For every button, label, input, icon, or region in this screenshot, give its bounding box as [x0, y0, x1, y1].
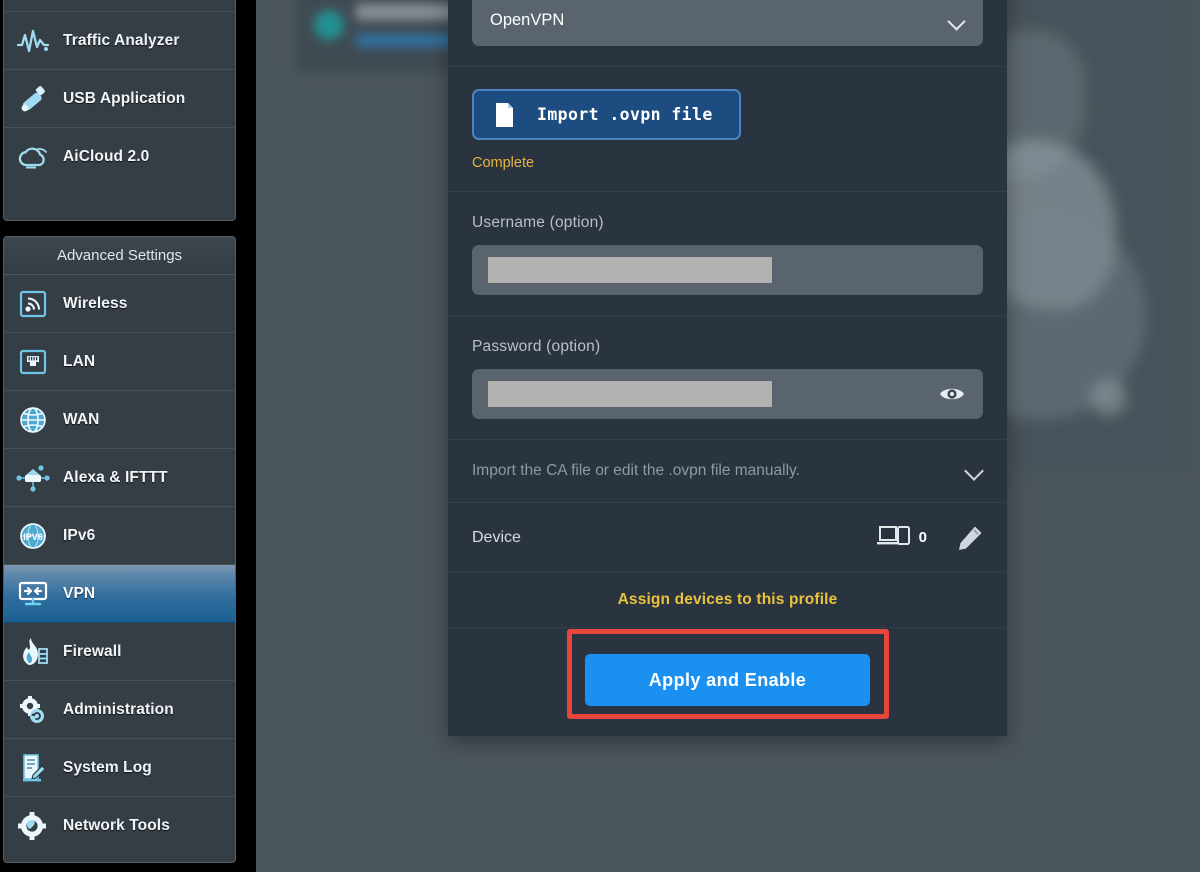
screenshot-root: Adaptive QoS Traffic Analyzer: [0, 0, 1200, 872]
sidebar-group-header: Advanced Settings: [4, 237, 235, 275]
import-status: Complete: [472, 155, 535, 171]
svg-text:IPV6: IPV6: [23, 532, 43, 542]
globe-icon: [13, 401, 53, 439]
password-input[interactable]: [472, 369, 983, 419]
wifi-icon: [13, 285, 53, 323]
sidebar-item-label: LAN: [63, 352, 96, 370]
assign-devices-label: Assign devices to this profile: [617, 591, 838, 608]
gear-wrench-icon: [13, 807, 53, 845]
gear-refresh-icon: [13, 691, 53, 729]
ipv6-globe-icon: IPV6: [13, 517, 53, 555]
sidebar-item-administration[interactable]: Administration: [4, 681, 235, 739]
eye-icon[interactable]: [939, 383, 965, 405]
import-ovpn-label: Import .ovpn file: [537, 105, 713, 124]
speedometer-icon: [13, 0, 53, 2]
device-label: Device: [472, 528, 521, 546]
chevron-down-icon: [965, 464, 983, 478]
vpn-type-select[interactable]: OpenVPN: [472, 0, 983, 46]
sidebar-item-label: Administration: [63, 700, 174, 718]
sidebar-item-alexa-ifttt[interactable]: Alexa & IFTTT: [4, 449, 235, 507]
sidebar-item-label: WAN: [63, 410, 100, 428]
sidebar-item-label: Wireless: [63, 294, 128, 312]
flame-icon: [13, 633, 53, 671]
sidebar-item-adaptive-qos[interactable]: Adaptive QoS: [4, 0, 235, 12]
password-redaction-bar: [488, 381, 772, 407]
sidebar-item-firewall[interactable]: Firewall: [4, 623, 235, 681]
sidebar-item-label: IPv6: [63, 526, 96, 544]
apply-row: Apply and Enable: [448, 628, 1007, 736]
waveform-icon: [13, 22, 53, 60]
vpn-profile-dialog: VPN type OpenVPN Import .ovpn file Compl…: [448, 0, 1007, 736]
vpn-type-section: VPN type OpenVPN: [448, 0, 1007, 67]
device-row: Device 0: [448, 503, 1007, 573]
sidebar-item-system-log[interactable]: System Log: [4, 739, 235, 797]
sidebar-item-label: Firewall: [63, 642, 122, 660]
sidebar-item-label: System Log: [63, 758, 152, 776]
sidebar-item-label: VPN: [63, 584, 96, 602]
sidebar-item-label: Alexa & IFTTT: [63, 468, 168, 486]
smart-home-icon: [13, 459, 53, 497]
sidebar-item-wan[interactable]: WAN: [4, 391, 235, 449]
username-input[interactable]: [472, 245, 983, 295]
vpn-type-value: OpenVPN: [490, 11, 565, 29]
sidebar-item-usb-application[interactable]: USB Application: [4, 70, 235, 128]
sidebar-group-top: Adaptive QoS Traffic Analyzer: [3, 0, 236, 221]
password-section: Password (option): [448, 316, 1007, 440]
password-label: Password (option): [472, 338, 601, 355]
sidebar-item-aicloud[interactable]: AiCloud 2.0: [4, 128, 235, 186]
device-count: 0: [918, 529, 927, 546]
document-icon: [494, 102, 515, 128]
pencil-icon[interactable]: [957, 525, 983, 551]
sidebar-item-label: Traffic Analyzer: [63, 31, 180, 49]
usb-icon: [13, 80, 53, 118]
username-redaction-bar: [488, 257, 772, 283]
cloud-icon: [13, 138, 53, 176]
import-section: Import .ovpn file Complete: [448, 67, 1007, 192]
background-card-icon: [314, 10, 344, 40]
apply-and-enable-button[interactable]: Apply and Enable: [585, 654, 870, 706]
sidebar-item-lan[interactable]: LAN: [4, 333, 235, 391]
sidebar-item-network-tools[interactable]: Network Tools: [4, 797, 235, 855]
sidebar-item-label: AiCloud 2.0: [63, 148, 150, 165]
background-illustration-dot: [1091, 380, 1127, 416]
sidebar-item-label: USB Application: [63, 89, 186, 107]
sidebar-group-advanced: Advanced Settings Wireless LAN WAN Alexa…: [3, 236, 236, 863]
chevron-down-icon: [949, 13, 965, 29]
username-section: Username (option): [448, 192, 1007, 316]
apply-and-enable-label: Apply and Enable: [648, 669, 807, 690]
ca-file-expander[interactable]: Import the CA file or edit the .ovpn fil…: [448, 440, 1007, 503]
sidebar: Adaptive QoS Traffic Analyzer: [0, 0, 237, 872]
username-label: Username (option): [472, 214, 604, 231]
log-pencil-icon: [13, 749, 53, 787]
sidebar-item-ipv6[interactable]: IPV6 IPv6: [4, 507, 235, 565]
ca-file-label: Import the CA file or edit the .ovpn fil…: [472, 462, 800, 479]
assign-devices-link[interactable]: Assign devices to this profile: [448, 573, 1007, 628]
ethernet-port-icon: [13, 343, 53, 381]
import-ovpn-button[interactable]: Import .ovpn file: [472, 89, 741, 140]
laptop-phone-icon: [876, 523, 911, 552]
sidebar-item-wireless[interactable]: Wireless: [4, 275, 235, 333]
vpn-monitor-icon: [13, 575, 53, 613]
sidebar-item-vpn[interactable]: VPN: [4, 565, 235, 623]
sidebar-item-label: Network Tools: [63, 817, 170, 834]
sidebar-item-traffic-analyzer[interactable]: Traffic Analyzer: [4, 12, 235, 70]
